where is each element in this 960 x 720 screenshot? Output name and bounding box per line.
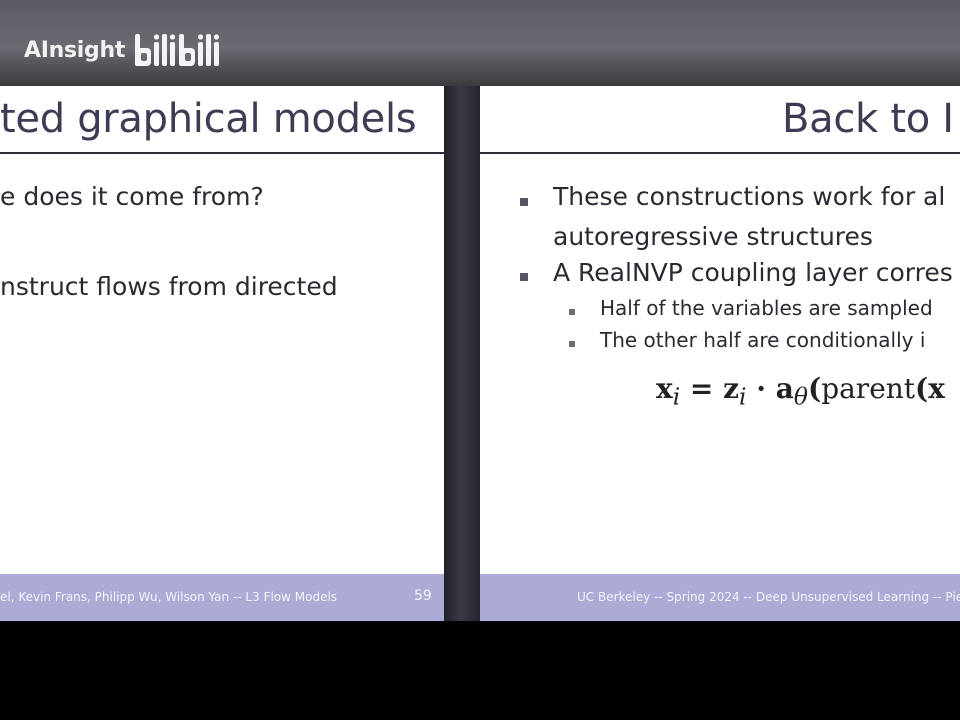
- equation: xi = zi · aθ(parent(x: [656, 372, 945, 411]
- right-slide: Back to I These constructions work for a…: [480, 86, 960, 621]
- left-slide-title: ted graphical models: [0, 96, 417, 142]
- bullet-square-icon: [520, 198, 528, 206]
- slide-divider: [444, 86, 480, 621]
- watermark: AInsight: [24, 28, 229, 72]
- right-bullet-1-line2: autoregressive structures: [553, 222, 873, 251]
- title-rule: [0, 152, 444, 154]
- right-bullet-2-line1: A RealNVP coupling layer corres: [553, 258, 953, 287]
- left-bullet-2: nstruct flows from directed: [0, 272, 338, 301]
- title-rule: [480, 152, 960, 154]
- left-footer-text: el, Kevin Frans, Philipp Wu, Wilson Yan …: [0, 590, 338, 604]
- top-bar: AInsight: [0, 0, 960, 86]
- watermark-text: AInsight: [24, 37, 126, 63]
- right-slide-footer: UC Berkeley -- Spring 2024 -- Deep Unsup…: [480, 574, 960, 621]
- sub-bullet-square-icon: [569, 341, 575, 347]
- left-slide-footer: el, Kevin Frans, Philipp Wu, Wilson Yan …: [0, 574, 444, 621]
- left-bullet-1: e does it come from?: [0, 182, 264, 211]
- right-bullet-1-line1: These constructions work for al: [553, 182, 946, 211]
- right-sub-bullet-2: The other half are conditionally i: [600, 328, 926, 352]
- right-footer-text: UC Berkeley -- Spring 2024 -- Deep Unsup…: [577, 590, 960, 604]
- page-number: 59: [414, 588, 432, 604]
- right-slide-title: Back to I: [782, 96, 954, 142]
- video-frame: ted graphical models e does it come from…: [0, 86, 960, 621]
- right-sub-bullet-1: Half of the variables are sampled: [600, 296, 933, 320]
- sub-bullet-square-icon: [569, 309, 575, 315]
- bilibili-logo: [135, 34, 220, 66]
- left-slide: ted graphical models e does it come from…: [0, 86, 444, 621]
- bullet-square-icon: [520, 273, 528, 281]
